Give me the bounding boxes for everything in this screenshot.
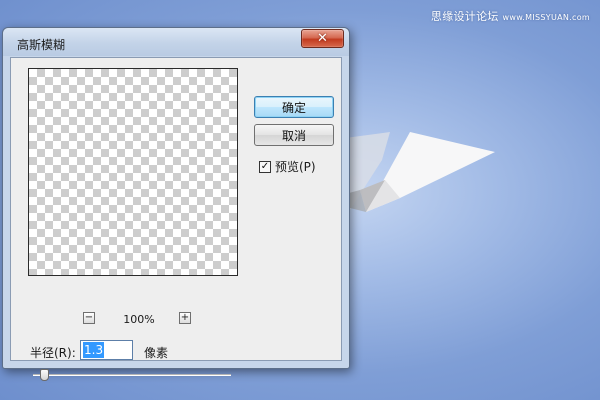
watermark-text: 思缘设计论坛: [430, 10, 499, 23]
close-button[interactable]: ✕: [301, 29, 344, 48]
zoom-controls: − 100% +: [83, 312, 191, 326]
preview-canvas[interactable]: [28, 68, 238, 276]
minus-icon: −: [84, 312, 94, 323]
checkmark-icon: ✓: [260, 160, 270, 172]
close-icon: ✕: [317, 31, 328, 46]
radius-input[interactable]: 1.3: [80, 340, 133, 360]
gaussian-blur-dialog: 高斯模糊 ✕ − 100% + 确定 取消 ✓ 预览(P) 半径(R): 1.3…: [2, 27, 350, 381]
watermark-site: www.MISSYUAN.com: [502, 13, 590, 22]
radius-unit: 像素: [144, 346, 169, 360]
preview-checkbox[interactable]: ✓: [259, 160, 271, 173]
zoom-out-button[interactable]: −: [83, 312, 95, 324]
cancel-button-label: 取消: [281, 128, 306, 143]
radius-slider-track[interactable]: [33, 374, 231, 376]
zoom-in-button[interactable]: +: [179, 312, 191, 324]
zoom-level: 100%: [123, 313, 155, 326]
dialog-title: 高斯模糊: [17, 38, 66, 52]
radius-value: 1.3: [83, 342, 105, 358]
preview-checkbox-row[interactable]: ✓ 预览(P): [259, 158, 316, 175]
ok-button[interactable]: 确定: [254, 96, 334, 118]
radius-slider-thumb[interactable]: [40, 369, 50, 381]
dialog-body: − 100% + 确定 取消 ✓ 预览(P) 半径(R): 1.3 像素: [10, 57, 342, 381]
radius-label: 半径(R):: [30, 346, 76, 360]
preview-checkbox-label: 预览(P): [275, 160, 316, 174]
watermark: 思缘设计论坛 www.MISSYUAN.com: [431, 8, 590, 24]
plus-icon: +: [180, 312, 190, 323]
ok-button-label: 确定: [281, 100, 306, 115]
cancel-button[interactable]: 取消: [254, 124, 334, 146]
dialog-titlebar[interactable]: 高斯模糊 ✕: [3, 28, 349, 56]
paper-plane-graphic: [330, 132, 495, 212]
